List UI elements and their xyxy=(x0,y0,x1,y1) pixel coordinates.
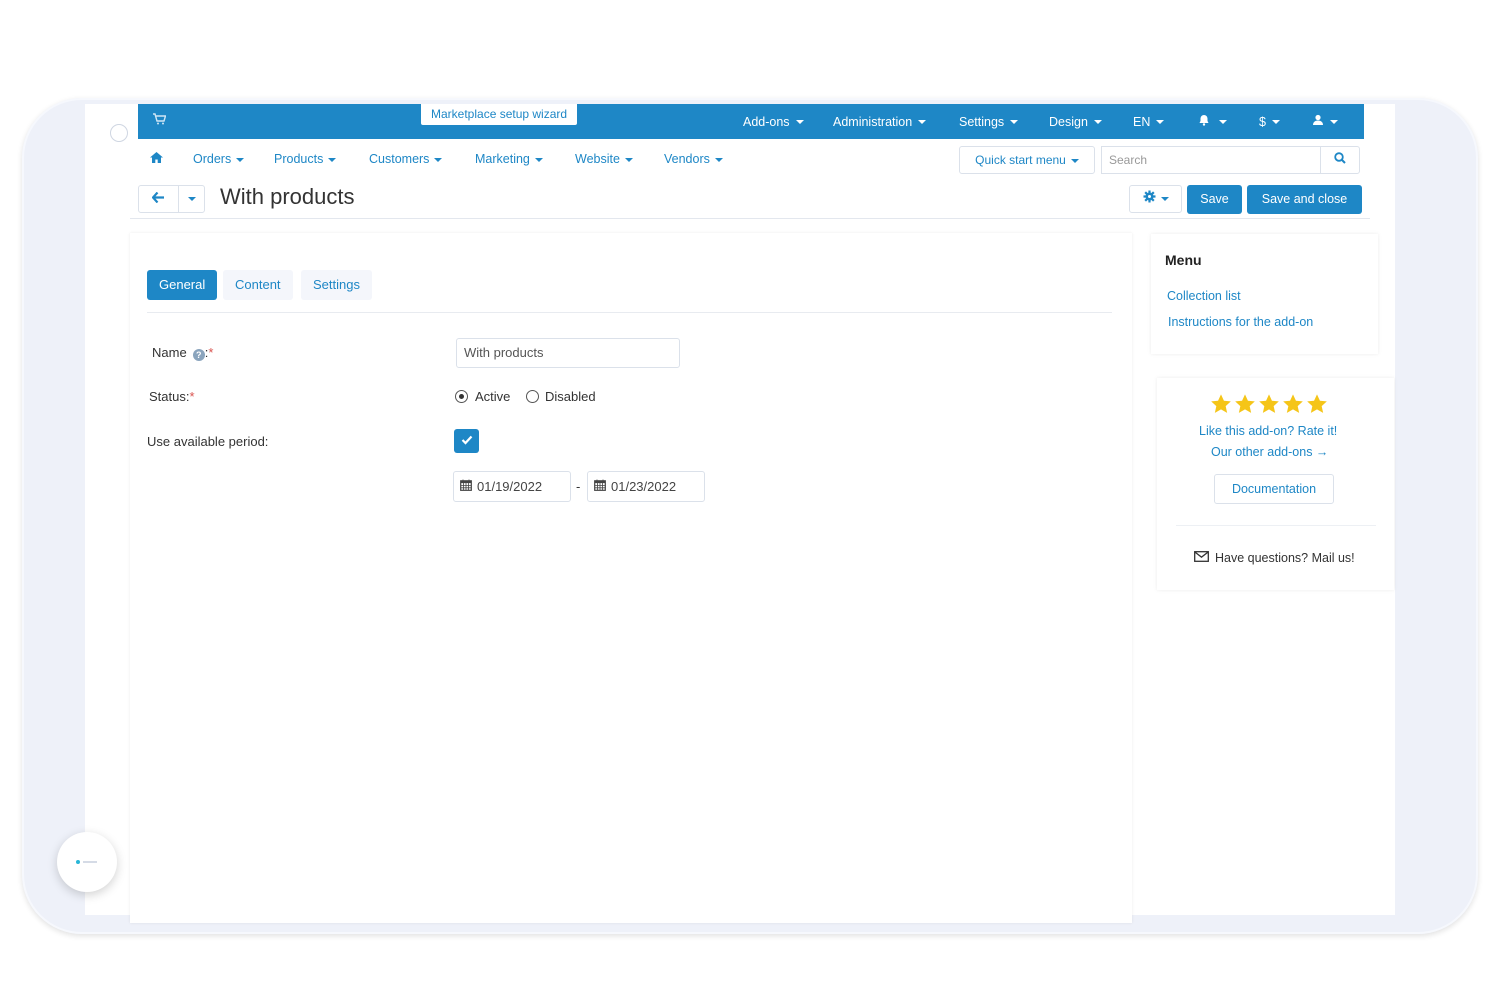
notifications-menu[interactable] xyxy=(1198,104,1227,139)
collection-list-link[interactable]: Collection list xyxy=(1167,289,1241,303)
period-checkbox[interactable] xyxy=(454,429,479,453)
cart-icon[interactable] xyxy=(152,113,167,128)
star-icon[interactable] xyxy=(1210,393,1232,415)
tab-content[interactable]: Content xyxy=(223,270,293,300)
help-icon[interactable]: ? xyxy=(192,349,205,361)
nav-customers[interactable]: Customers xyxy=(369,152,443,166)
nav-vendors[interactable]: Vendors xyxy=(664,152,723,166)
menu-design[interactable]: Design xyxy=(1049,104,1102,139)
search-button[interactable] xyxy=(1320,146,1360,174)
device-home-button[interactable] xyxy=(57,832,117,892)
back-button-group xyxy=(138,185,205,213)
calendar-icon xyxy=(460,479,472,494)
language-selector[interactable]: EN xyxy=(1133,104,1165,139)
rate-addon-link[interactable]: Like this add-on? Rate it! xyxy=(1199,424,1337,438)
star-icon[interactable] xyxy=(1258,393,1280,415)
decor-dot xyxy=(110,124,128,142)
top-bar: Marketplace setup wizard Add-ons Adminis… xyxy=(138,104,1364,139)
menu-addons[interactable]: Add-ons xyxy=(743,104,804,139)
name-label: Name?:* xyxy=(152,345,214,361)
nav-products[interactable]: Products xyxy=(274,152,337,166)
name-input[interactable]: With products xyxy=(456,338,680,368)
star-icon[interactable] xyxy=(1306,393,1328,415)
search-icon xyxy=(1334,151,1346,169)
arrow-left-icon xyxy=(151,190,165,208)
main-content xyxy=(130,233,1132,923)
nav-orders[interactable]: Orders xyxy=(193,152,245,166)
user-icon xyxy=(1312,114,1324,129)
period-label: Use available period: xyxy=(147,434,269,449)
page-title: With products xyxy=(220,184,355,209)
save-and-close-button[interactable]: Save and close xyxy=(1247,185,1362,214)
menu-administration[interactable]: Administration xyxy=(833,104,927,139)
tab-general[interactable]: General xyxy=(147,270,218,300)
menu-title: Menu xyxy=(1165,252,1202,268)
gear-icon xyxy=(1143,190,1156,208)
status-disabled-label[interactable]: Disabled xyxy=(545,389,596,404)
status-label: Status:* xyxy=(149,389,195,404)
history-dropdown-button[interactable] xyxy=(179,186,204,212)
other-addons-link[interactable]: Our other add-ons → xyxy=(1211,445,1328,459)
rating-divider xyxy=(1176,525,1376,526)
star-icon[interactable] xyxy=(1234,393,1256,415)
check-icon xyxy=(461,432,473,450)
envelope-icon xyxy=(1194,551,1209,565)
menu-settings[interactable]: Settings xyxy=(959,104,1019,139)
date-to-input[interactable]: 01/23/2022 xyxy=(587,471,705,502)
quick-start-menu-button[interactable]: Quick start menu xyxy=(959,146,1095,174)
user-menu[interactable] xyxy=(1312,104,1338,139)
nav-website[interactable]: Website xyxy=(575,152,633,166)
documentation-button[interactable]: Documentation xyxy=(1214,474,1334,504)
settings-dropdown-button[interactable] xyxy=(1129,185,1182,213)
back-button[interactable] xyxy=(139,186,179,212)
bell-icon xyxy=(1198,114,1210,129)
home-icon[interactable] xyxy=(150,152,163,166)
setup-wizard-button[interactable]: Marketplace setup wizard xyxy=(420,104,579,126)
search-input[interactable]: Search xyxy=(1101,146,1321,174)
tab-settings[interactable]: Settings xyxy=(301,270,372,300)
save-button[interactable]: Save xyxy=(1187,185,1242,214)
chevron-down-icon xyxy=(187,197,196,201)
star-icon[interactable] xyxy=(1282,393,1304,415)
date-from-input[interactable]: 01/19/2022 xyxy=(453,471,571,502)
status-disabled-radio[interactable] xyxy=(526,390,539,403)
currency-selector[interactable]: $ xyxy=(1259,104,1280,139)
rating-stars[interactable] xyxy=(1210,393,1328,415)
instructions-link[interactable]: Instructions for the add-on xyxy=(1168,315,1313,329)
tabs-divider xyxy=(147,312,1112,313)
nav-marketing[interactable]: Marketing xyxy=(475,152,543,166)
calendar-icon xyxy=(594,479,606,494)
status-active-label[interactable]: Active xyxy=(475,389,510,404)
date-separator: - xyxy=(576,479,581,494)
status-active-radio[interactable] xyxy=(455,390,468,403)
mail-us-link[interactable]: Have questions? Mail us! xyxy=(1194,551,1355,565)
